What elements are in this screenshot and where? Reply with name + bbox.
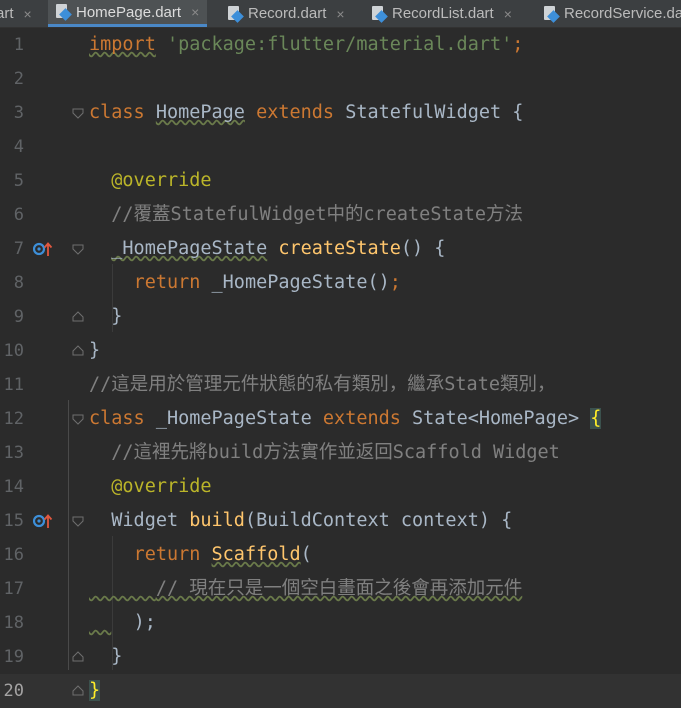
code-text: class HomePage extends StatefulWidget { <box>89 102 524 123</box>
line-number: 4 <box>13 137 24 157</box>
code-line[interactable]: 7 _HomePageState createState() { <box>0 232 681 266</box>
code-text: //覆蓋StatefulWidget中的createState方法 <box>111 204 524 225</box>
line-number: 14 <box>3 477 24 497</box>
dart-file-icon <box>544 5 558 22</box>
code-text: @override <box>111 476 212 497</box>
code-text: ); <box>133 612 156 633</box>
code-line[interactable]: 6 //覆蓋StatefulWidget中的createState方法 <box>0 198 681 232</box>
code-line[interactable]: 16 return Scaffold( <box>0 538 681 572</box>
code-text: } <box>111 646 123 667</box>
tab-close-icon[interactable]: × <box>24 6 32 22</box>
code-line[interactable]: 12 class _HomePageState extends State<Ho… <box>0 402 681 436</box>
code-editor[interactable]: 1 import 'package:flutter/material.dart'… <box>0 28 681 708</box>
tab-record-dart[interactable]: Record.dart × <box>228 0 345 27</box>
line-number: 6 <box>13 205 24 225</box>
code-line[interactable]: 19 } <box>0 640 681 674</box>
fold-toggle-icon[interactable] <box>72 107 84 119</box>
code-line[interactable]: 9 } <box>0 300 681 334</box>
code-text: //這是用於管理元件狀態的私有類別，繼承State類別， <box>89 374 556 395</box>
code-text: // 現在只是一個空白畫面之後會再添加元件 <box>155 578 523 599</box>
code-line[interactable]: 18 ); <box>0 606 681 640</box>
code-line-current[interactable]: 20 } <box>0 674 681 708</box>
tab-label: Record.dart <box>248 5 327 22</box>
code-text: //這裡先將build方法實作並返回Scaffold Widget <box>111 442 560 463</box>
line-number: 5 <box>13 171 24 191</box>
code-line[interactable]: 5 @override <box>0 164 681 198</box>
override-implements-icon[interactable] <box>33 513 53 529</box>
line-number: 1 <box>13 35 24 55</box>
tab-close-icon[interactable]: × <box>504 6 512 22</box>
code-line[interactable]: 1 import 'package:flutter/material.dart'… <box>0 28 681 62</box>
line-number: 15 <box>3 511 24 531</box>
line-number: 13 <box>3 443 24 463</box>
code-line[interactable]: 2 <box>0 62 681 96</box>
tab-partial-left[interactable]: art × <box>0 0 32 27</box>
line-number: 12 <box>3 409 24 429</box>
fold-toggle-icon[interactable] <box>72 311 84 323</box>
tab-homepage-dart[interactable]: HomePage.dart × <box>48 0 208 27</box>
line-number: 7 <box>13 239 24 259</box>
line-number: 17 <box>3 579 24 599</box>
code-text: return Scaffold( <box>133 544 312 565</box>
tab-recordlist-dart[interactable]: RecordList.dart × <box>372 0 512 27</box>
tab-label: RecordList.dart <box>392 5 494 22</box>
fold-toggle-icon[interactable] <box>72 685 84 697</box>
tab-close-icon[interactable]: × <box>336 6 344 22</box>
line-number: 16 <box>3 545 24 565</box>
line-number: 9 <box>13 307 24 327</box>
code-text: @override <box>111 170 212 191</box>
dart-file-icon <box>228 5 242 22</box>
tab-recordservice-dart[interactable]: RecordService.da <box>544 0 681 27</box>
line-number: 19 <box>3 647 24 667</box>
tab-label: art <box>0 5 14 22</box>
code-text: class _HomePageState extends State<HomeP… <box>89 408 602 429</box>
dart-file-icon <box>56 4 70 20</box>
fold-toggle-icon[interactable] <box>72 515 84 527</box>
editor-tab-bar: art × HomePage.dart × Record.dart × Reco… <box>0 0 681 28</box>
code-line[interactable]: 17 // 現在只是一個空白畫面之後會再添加元件 <box>0 572 681 606</box>
fold-toggle-icon[interactable] <box>72 345 84 357</box>
line-number: 10 <box>3 341 24 361</box>
fold-toggle-icon[interactable] <box>72 243 84 255</box>
code-line[interactable]: 10 } <box>0 334 681 368</box>
code-text: Widget build(BuildContext context) { <box>111 510 513 531</box>
line-number: 20 <box>3 681 24 701</box>
code-line[interactable]: 4 <box>0 130 681 164</box>
code-text: _HomePageState createState() { <box>111 238 446 259</box>
code-text: } <box>111 306 123 327</box>
override-implements-icon[interactable] <box>33 241 53 257</box>
matched-brace: { <box>590 408 602 429</box>
tab-label: RecordService.da <box>564 5 681 22</box>
code-line[interactable]: 8 return _HomePageState(); <box>0 266 681 300</box>
fold-toggle-icon[interactable] <box>72 651 84 663</box>
tab-label: HomePage.dart <box>76 3 182 21</box>
code-line[interactable]: 13 //這裡先將build方法實作並返回Scaffold Widget <box>0 436 681 470</box>
matched-brace: } <box>89 680 101 701</box>
code-text: } <box>89 674 101 708</box>
line-number: 11 <box>3 375 24 395</box>
code-text: return _HomePageState(); <box>133 272 401 293</box>
code-text: import 'package:flutter/material.dart'; <box>89 34 524 55</box>
tab-close-icon[interactable]: × <box>191 4 199 20</box>
line-number: 3 <box>13 103 24 123</box>
dart-file-icon <box>372 5 386 22</box>
code-line[interactable]: 15 Widget build(BuildContext context) { <box>0 504 681 538</box>
fold-toggle-icon[interactable] <box>72 413 84 425</box>
line-number: 2 <box>13 69 24 89</box>
code-line[interactable]: 3 class HomePage extends StatefulWidget … <box>0 96 681 130</box>
line-number: 8 <box>13 273 24 293</box>
code-line[interactable]: 11 //這是用於管理元件狀態的私有類別，繼承State類別， <box>0 368 681 402</box>
code-text: } <box>89 340 101 361</box>
line-number: 18 <box>3 613 24 633</box>
code-line[interactable]: 14 @override <box>0 470 681 504</box>
